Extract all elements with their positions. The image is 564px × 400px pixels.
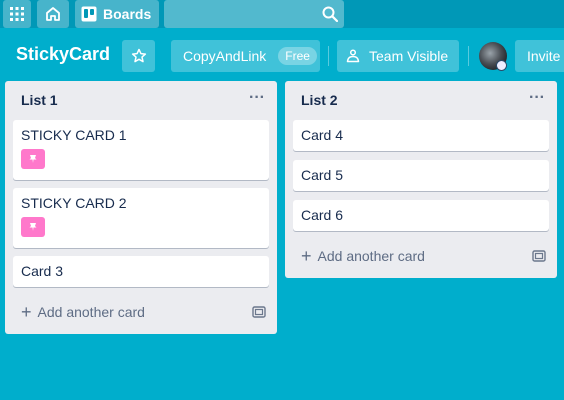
card-label	[21, 217, 45, 237]
apps-grid-icon	[10, 7, 24, 21]
admin-badge-icon	[496, 60, 507, 71]
star-icon	[131, 48, 146, 63]
home-button[interactable]	[37, 0, 69, 28]
boards-button[interactable]: Boards	[75, 0, 159, 28]
card-label	[21, 149, 45, 169]
card-template-icon[interactable]	[532, 250, 546, 262]
team-button[interactable]: CopyAndLink Free	[171, 40, 320, 72]
card[interactable]: Card 5	[293, 160, 549, 191]
invite-button[interactable]: Invite	[515, 40, 564, 72]
pin-icon	[29, 155, 37, 163]
add-card-label: Add another card	[37, 304, 145, 320]
visibility-label: Team Visible	[369, 48, 449, 64]
apps-button[interactable]	[3, 0, 31, 28]
header-divider	[328, 46, 329, 66]
trello-boards-icon	[81, 6, 97, 22]
card-title: Card 3	[21, 263, 64, 279]
card[interactable]: STICKY CARD 1	[13, 120, 269, 180]
list-title[interactable]: List 2	[301, 92, 338, 108]
star-board-button[interactable]	[122, 40, 155, 72]
boards-label: Boards	[103, 6, 152, 22]
card[interactable]: STICKY CARD 2	[13, 188, 269, 248]
list-header[interactable]: List 1 ···	[5, 81, 277, 119]
list-menu-icon[interactable]: ···	[249, 89, 265, 107]
plus-icon: +	[301, 246, 312, 266]
card-title: Card 5	[301, 167, 344, 183]
list-1: List 1 ··· STICKY CARD 1 STICKY CARD 2 C…	[5, 81, 277, 334]
list-header[interactable]: List 2 ···	[285, 81, 557, 119]
top-nav-bar: Boards	[0, 0, 564, 28]
card-title: STICKY CARD 2	[21, 195, 127, 211]
card[interactable]: Card 6	[293, 200, 549, 231]
plan-badge: Free	[278, 47, 317, 65]
list-title[interactable]: List 1	[21, 92, 58, 108]
card[interactable]: Card 3	[13, 256, 269, 287]
invite-label: Invite	[527, 48, 561, 64]
plus-icon: +	[21, 302, 32, 322]
board-title[interactable]: StickyCard	[16, 44, 110, 65]
card[interactable]: Card 4	[293, 120, 549, 151]
visibility-button[interactable]: Team Visible	[337, 40, 459, 72]
card-template-icon[interactable]	[252, 306, 266, 318]
team-name: CopyAndLink	[183, 48, 267, 64]
header-divider	[468, 46, 469, 66]
search-icon	[322, 6, 338, 22]
add-card-button[interactable]: + Add another card	[301, 246, 425, 266]
card-title: Card 4	[301, 127, 344, 143]
search-input[interactable]	[164, 0, 344, 28]
home-icon	[46, 7, 60, 21]
add-card-label: Add another card	[317, 248, 425, 264]
list-menu-icon[interactable]: ···	[529, 89, 545, 107]
card-title: Card 6	[301, 207, 344, 223]
team-visibility-icon	[346, 49, 360, 63]
card-title: STICKY CARD 1	[21, 127, 127, 143]
list-2: List 2 ··· Card 4 Card 5 Card 6 + Add an…	[285, 81, 557, 278]
pin-icon	[29, 223, 37, 231]
add-card-button[interactable]: + Add another card	[21, 302, 145, 322]
